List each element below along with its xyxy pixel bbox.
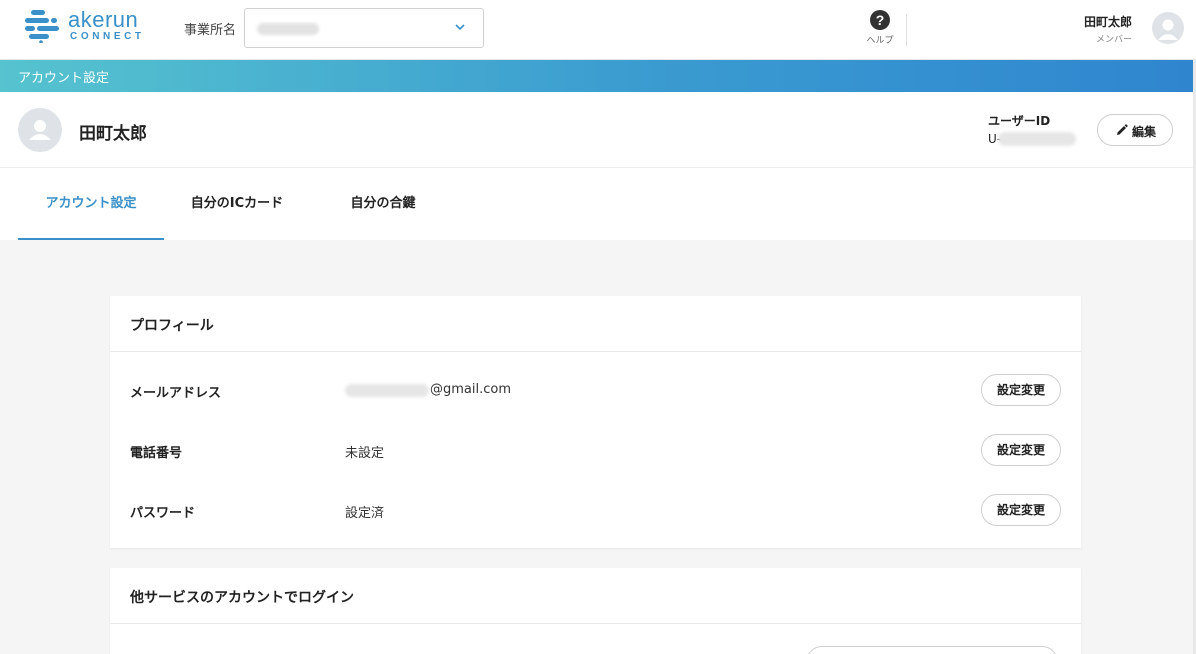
email-local-redacted [345,384,429,397]
office-label: 事業所名 [184,23,237,38]
user-id-redacted [998,132,1076,146]
akerun-logo-icon [25,10,59,43]
account-tabs: アカウント設定 自分のICカード 自分の合鍵 [0,168,1193,240]
social-login-card: 他サービスのアカウントでログイン [110,568,1081,654]
top-header: akerun CONNECT 事業所名 ? ヘルプ 田町太郎 メンバー [0,0,1196,60]
office-name-redacted [257,23,319,35]
profile-header: 田町太郎 ユーザーID U- 編集 [0,92,1193,168]
email-label: メールアドレス [130,386,222,401]
page-banner: アカウント設定 [0,60,1193,92]
phone-label: 電話番号 [130,446,183,461]
tab-my-ic-card[interactable]: 自分のICカード [174,168,300,240]
user-avatar-icon [18,108,62,152]
help-label: ヘルプ [866,36,894,46]
profile-card-title: プロフィール [130,318,214,334]
card-divider [110,623,1081,624]
banner-title: アカウント設定 [18,71,110,86]
edit-button-label: 編集 [1132,125,1157,139]
header-user-role: メンバー [1095,35,1132,45]
password-label: パスワード [130,506,196,521]
edit-profile-button[interactable]: 編集 [1097,114,1173,146]
change-email-button[interactable]: 設定変更 [981,374,1061,406]
header-divider [906,14,907,46]
email-value: @gmail.com [430,382,512,397]
tab-account-settings[interactable]: アカウント設定 [18,168,164,240]
profile-name: 田町太郎 [79,124,147,144]
card-divider [110,351,1081,352]
logo-subtitle: CONNECT [70,31,145,42]
profile-card: プロフィール メールアドレス @gmail.com 設定変更 電話番号 未設定 … [110,296,1081,548]
tab-my-spare-key[interactable]: 自分の合鍵 [336,168,430,240]
help-button[interactable]: ? ヘルプ [864,10,896,46]
phone-value: 未設定 [345,446,385,461]
pencil-icon [1117,124,1128,135]
header-avatar-icon[interactable] [1152,12,1184,44]
chevron-down-icon [455,24,465,31]
change-password-button[interactable]: 設定変更 [981,494,1061,526]
social-login-title: 他サービスのアカウントでログイン [130,590,354,606]
user-id-label: ユーザーID [988,114,1051,128]
header-user-name[interactable]: 田町太郎 [1060,13,1132,30]
akerun-logo[interactable]: akerun CONNECT [25,7,145,43]
help-icon: ? [870,10,890,30]
logo-wordmark: akerun [68,7,139,32]
office-select[interactable] [244,8,484,48]
change-phone-button[interactable]: 設定変更 [981,434,1061,466]
password-value: 設定済 [345,506,385,521]
social-login-button[interactable] [806,646,1058,654]
